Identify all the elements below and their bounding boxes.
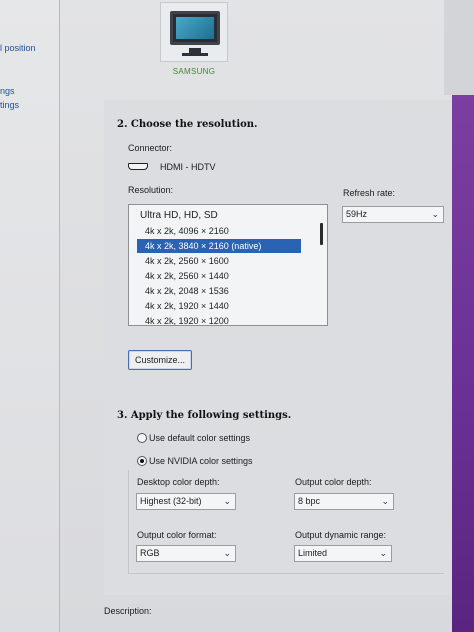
resolution-row[interactable]: 4k x 2k, 2560 × 1440	[137, 269, 301, 283]
left-navigation-pane: l position ngs tings	[0, 0, 60, 632]
output-dynamic-range-value: Limited	[298, 548, 328, 558]
desktop-color-depth-value: Highest (32-bit)	[140, 496, 202, 506]
resolution-row[interactable]: 4k x 2k, 4096 × 2160	[137, 224, 301, 238]
resolution-row[interactable]: 4k x 2k, 1920 × 1200	[137, 314, 301, 325]
refresh-rate-value: 59Hz	[346, 209, 368, 219]
connector-label: Connector:	[128, 143, 173, 153]
chevron-down-icon: ⌄	[379, 548, 387, 558]
resolution-group-header: Ultra HD, HD, SD	[140, 210, 218, 221]
output-color-depth-label: Output color depth:	[295, 477, 372, 487]
resolution-label: Resolution:	[128, 185, 174, 195]
display-tile[interactable]	[160, 2, 228, 62]
refresh-rate-dropdown[interactable]: 59Hz ⌄	[342, 206, 444, 223]
nav-item-position[interactable]: l position	[0, 43, 36, 53]
resolution-row-selected[interactable]: 4k x 2k, 3840 × 2160 (native)	[137, 239, 301, 253]
chevron-down-icon: ⌄	[381, 496, 389, 506]
nvidia-color-label[interactable]: Use NVIDIA color settings	[149, 456, 253, 466]
output-color-format-label: Output color format:	[137, 530, 217, 540]
default-color-radio[interactable]	[137, 433, 147, 443]
hdmi-connector-icon	[128, 163, 148, 170]
nvidia-color-radio[interactable]	[137, 456, 147, 466]
chevron-down-icon: ⌄	[223, 496, 231, 506]
refresh-rate-label: Refresh rate:	[343, 188, 396, 198]
description-label: Description:	[104, 606, 152, 616]
desktop-color-depth-dropdown[interactable]: Highest (32-bit) ⌄	[136, 493, 236, 510]
output-dynamic-range-label: Output dynamic range:	[295, 530, 387, 540]
monitor-base	[182, 53, 208, 56]
output-color-format-dropdown[interactable]: RGB ⌄	[136, 545, 236, 562]
output-color-depth-value: 8 bpc	[298, 496, 321, 506]
resolution-row[interactable]: 4k x 2k, 2560 × 1600	[137, 254, 301, 268]
resolution-row[interactable]: 4k x 2k, 2048 × 1536	[137, 284, 301, 298]
chevron-down-icon: ⌄	[431, 209, 439, 219]
window-edge	[444, 0, 474, 95]
desktop-background-strip	[452, 95, 474, 632]
monitor-icon	[170, 11, 220, 45]
output-color-depth-dropdown[interactable]: 8 bpc ⌄	[294, 493, 394, 510]
chevron-down-icon: ⌄	[223, 548, 231, 558]
resolution-row[interactable]: 4k x 2k, 1920 × 1440	[137, 299, 301, 313]
output-color-format-value: RGB	[140, 548, 160, 558]
nav-item-settings[interactable]: ngs	[0, 86, 15, 96]
customize-button[interactable]: Customize...	[128, 350, 192, 370]
default-color-label[interactable]: Use default color settings	[149, 433, 250, 443]
output-dynamic-range-dropdown[interactable]: Limited ⌄	[294, 545, 392, 562]
resolution-section-title: 2. Choose the resolution.	[117, 119, 258, 130]
desktop-color-depth-label: Desktop color depth:	[137, 477, 220, 487]
nvidia-control-panel: l position ngs tings SAMSUNG 2. Choose t…	[0, 0, 474, 632]
settings-section-title: 3. Apply the following settings.	[117, 410, 292, 421]
resolution-list[interactable]: Ultra HD, HD, SD 4k x 2k, 4096 × 2160 4k…	[128, 204, 328, 326]
nav-item-settings-2[interactable]: tings	[0, 100, 19, 110]
connector-value: HDMI - HDTV	[160, 162, 216, 172]
resolution-list-scrollbar[interactable]	[320, 223, 323, 245]
display-name: SAMSUNG	[172, 67, 216, 76]
